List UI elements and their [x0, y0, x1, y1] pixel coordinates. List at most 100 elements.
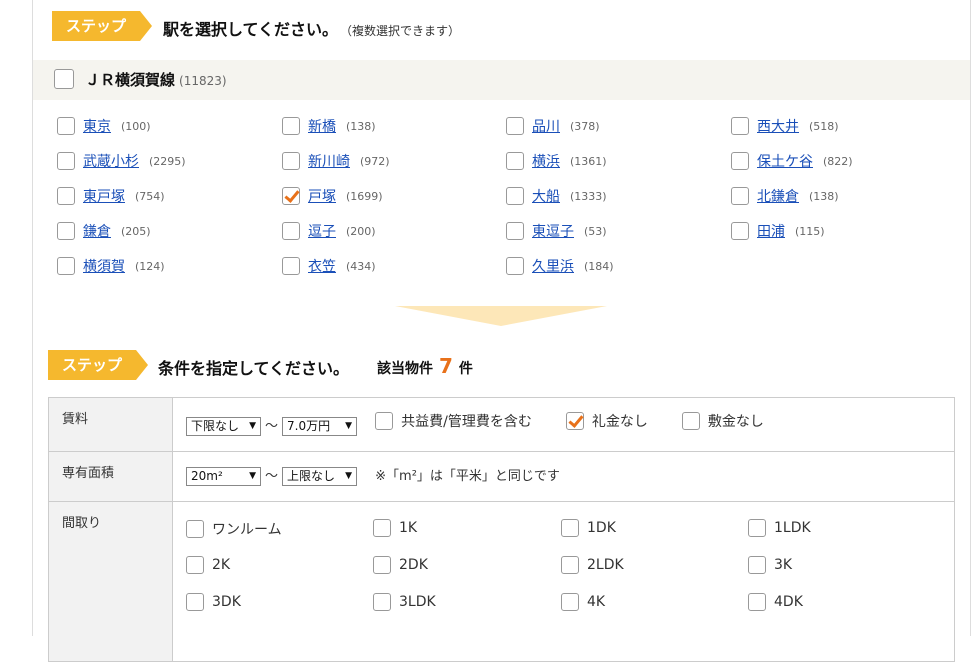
station-checkbox[interactable]	[731, 117, 749, 135]
station-link[interactable]: 逗子	[308, 221, 336, 241]
layout-option-checkbox[interactable]	[186, 556, 204, 574]
layout-option-checkbox[interactable]	[748, 556, 766, 574]
layout-option[interactable]: 1DK	[561, 519, 616, 537]
area-note: ※「m²」は「平米」と同じです	[375, 469, 560, 484]
station-link[interactable]: 保土ケ谷	[757, 151, 813, 171]
rent-controls: 下限なし ～7.0万円 共益費/管理費を含む 礼金なし 敷金なし	[172, 397, 955, 452]
rent-option[interactable]: 共益費/管理費を含む	[375, 411, 532, 431]
rent-option-checkbox[interactable]	[375, 412, 394, 430]
rent-option-checkbox[interactable]	[565, 412, 584, 430]
station-checkbox[interactable]	[57, 187, 75, 205]
station-link[interactable]: 品川	[532, 116, 560, 136]
line-count: (11823)	[179, 74, 227, 88]
station-checkbox[interactable]	[282, 257, 300, 275]
layout-option[interactable]: ワンルーム	[186, 519, 282, 539]
layout-option-checkbox[interactable]	[373, 519, 391, 537]
layout-option-checkbox[interactable]	[748, 593, 766, 611]
station-checkbox[interactable]	[506, 222, 524, 240]
station-checkbox[interactable]	[57, 257, 75, 275]
layout-option-label: 4DK	[774, 594, 803, 610]
layout-option[interactable]: 1K	[373, 519, 417, 537]
station-item: 武蔵小杉 (2295)	[57, 150, 186, 172]
station-link[interactable]: 久里浜	[532, 256, 574, 276]
layout-row: 間取り ワンルーム 1K 1DK 1LDK 2K 2DK 2LDK 3K 3DK 3LDK 4K 4D…	[48, 501, 955, 662]
layout-option-label: 1LDK	[774, 520, 811, 536]
layout-option[interactable]: 2K	[186, 556, 230, 574]
station-link[interactable]: 西大井	[757, 116, 799, 136]
station-link[interactable]: 田浦	[757, 221, 785, 241]
layout-option-checkbox[interactable]	[373, 556, 391, 574]
station-checkbox[interactable]	[731, 152, 749, 170]
layout-option-checkbox[interactable]	[561, 556, 579, 574]
rent-option-checkbox[interactable]	[681, 412, 700, 430]
station-checkbox[interactable]	[57, 117, 75, 135]
station-item: 新橋 (138)	[282, 115, 376, 137]
station-link[interactable]: 北鎌倉	[757, 186, 799, 206]
step1-title-text: 駅を選択してください。	[163, 20, 339, 39]
station-link[interactable]: 東逗子	[532, 221, 574, 241]
layout-option-checkbox[interactable]	[748, 519, 766, 537]
station-link[interactable]: 武蔵小杉	[83, 151, 139, 171]
station-item: 鎌倉 (205)	[57, 220, 151, 242]
layout-option[interactable]: 4DK	[748, 593, 803, 611]
station-link[interactable]: 鎌倉	[83, 221, 111, 241]
station-checkbox[interactable]	[506, 117, 524, 135]
station-link[interactable]: 新川崎	[308, 151, 350, 171]
area-max-select[interactable]: 上限なし	[282, 467, 358, 486]
layout-option-label: 1K	[399, 520, 418, 536]
station-checkbox[interactable]	[282, 222, 300, 240]
layout-option-label: 4K	[587, 594, 606, 610]
station-count: (1699)	[346, 189, 383, 203]
station-checkbox[interactable]	[506, 257, 524, 275]
count-number: 7	[439, 354, 453, 378]
station-item: 品川 (378)	[506, 115, 600, 137]
station-link[interactable]: 新橋	[308, 116, 336, 136]
layout-option-label: 3LDK	[399, 594, 436, 610]
rent-option-label: 敷金なし	[707, 414, 764, 430]
station-checkbox[interactable]	[731, 222, 749, 240]
station-item: 大船 (1333)	[506, 185, 607, 207]
line-label: ＪＲ横須賀線 (11823)	[85, 69, 227, 90]
layout-option[interactable]: 1LDK	[748, 519, 811, 537]
layout-option[interactable]: 3DK	[186, 593, 241, 611]
station-checkbox[interactable]	[282, 187, 300, 205]
station-link[interactable]: 横須賀	[83, 256, 125, 276]
station-item: 横浜 (1361)	[506, 150, 607, 172]
area-min-select[interactable]: 20m²	[186, 467, 261, 486]
layout-option[interactable]: 2DK	[373, 556, 428, 574]
station-link[interactable]: 大船	[532, 186, 560, 206]
count-prefix: 該当物件	[377, 361, 433, 377]
station-checkbox[interactable]	[282, 117, 300, 135]
station-checkbox[interactable]	[57, 222, 75, 240]
layout-option-label: 1DK	[587, 520, 616, 536]
layout-option-checkbox[interactable]	[561, 519, 579, 537]
station-link[interactable]: 衣笠	[308, 256, 336, 276]
rent-option-label: 礼金なし	[591, 414, 648, 430]
layout-option[interactable]: 2LDK	[561, 556, 624, 574]
rent-min-select[interactable]: 下限なし	[186, 417, 261, 436]
station-checkbox[interactable]	[731, 187, 749, 205]
rent-option[interactable]: 敷金なし	[681, 411, 764, 431]
layout-option-checkbox[interactable]	[186, 520, 204, 538]
area-row: 専有面積 20m² ～上限なし ※「m²」は「平米」と同じです	[48, 451, 955, 502]
station-checkbox[interactable]	[506, 152, 524, 170]
layout-option-checkbox[interactable]	[373, 593, 391, 611]
station-link[interactable]: 戸塚	[308, 186, 336, 206]
layout-option[interactable]: 3LDK	[373, 593, 436, 611]
layout-options: ワンルーム 1K 1DK 1LDK 2K 2DK 2LDK 3K 3DK 3LDK 4K 4DK	[172, 501, 955, 662]
rent-max-select[interactable]: 7.0万円	[282, 417, 358, 436]
station-checkbox[interactable]	[282, 152, 300, 170]
rent-option[interactable]: 礼金なし	[565, 411, 648, 431]
station-checkbox[interactable]	[57, 152, 75, 170]
layout-option-checkbox[interactable]	[186, 593, 204, 611]
layout-option[interactable]: 4K	[561, 593, 605, 611]
rent-option-label: 共益費/管理費を含む	[401, 414, 532, 430]
layout-option[interactable]: 3K	[748, 556, 792, 574]
station-link[interactable]: 東京	[83, 116, 111, 136]
layout-option-checkbox[interactable]	[561, 593, 579, 611]
step1-note: （複数選択できます）	[346, 24, 461, 38]
station-checkbox[interactable]	[506, 187, 524, 205]
line-checkbox[interactable]	[54, 69, 74, 89]
station-link[interactable]: 東戸塚	[83, 186, 125, 206]
station-link[interactable]: 横浜	[532, 151, 560, 171]
